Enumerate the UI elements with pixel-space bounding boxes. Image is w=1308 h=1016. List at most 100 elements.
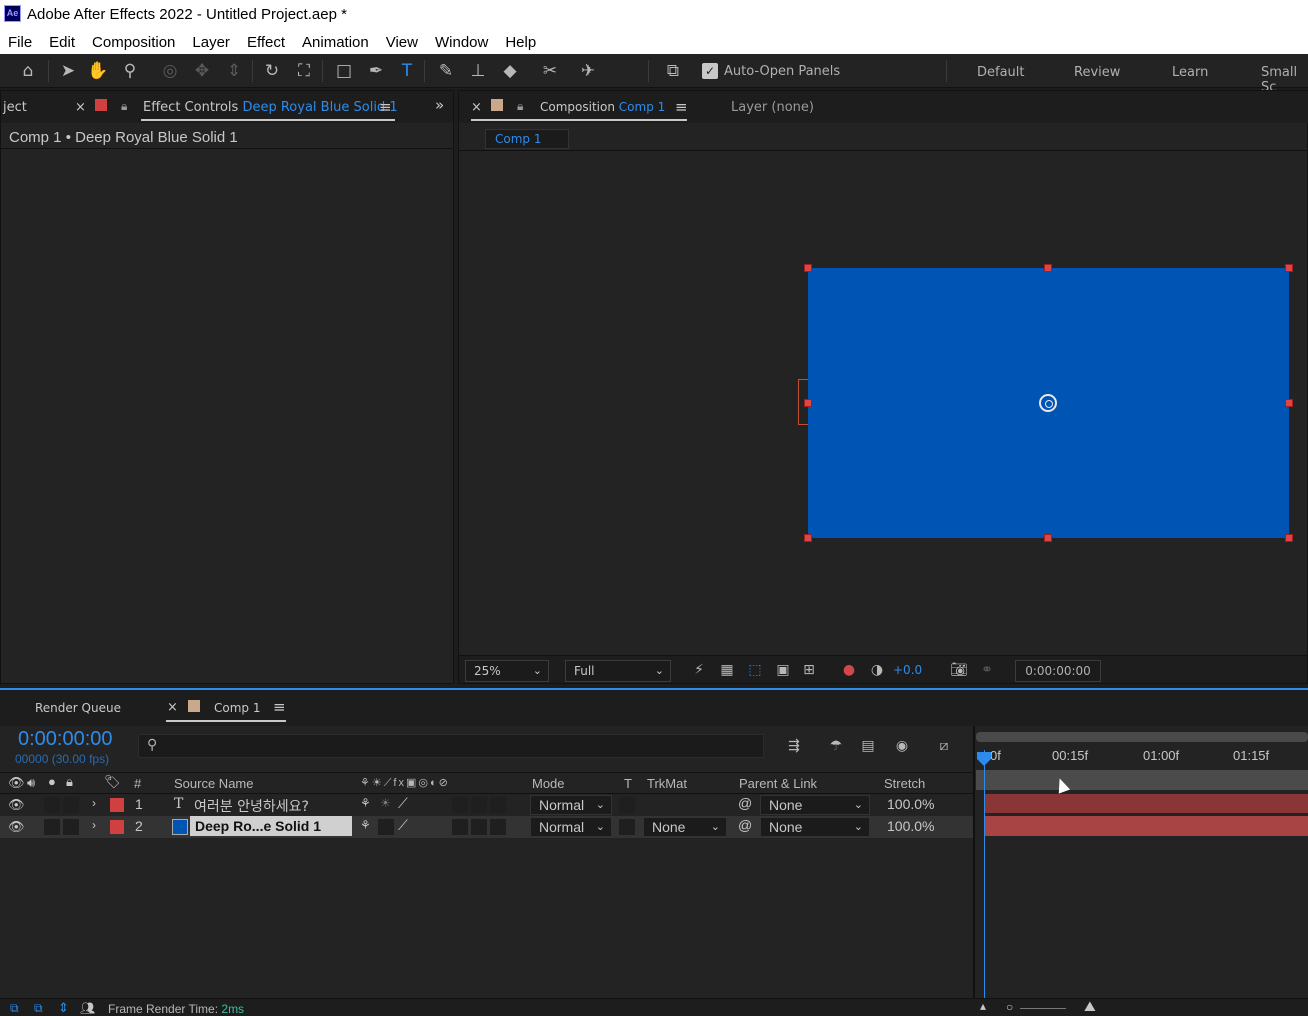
tab-render-queue[interactable]: Render Queue xyxy=(35,701,121,715)
menu-animation[interactable]: Animation xyxy=(302,34,369,51)
pen-tool-icon[interactable]: ✒ xyxy=(364,60,388,82)
fast-previews-icon[interactable]: ⚡ xyxy=(689,662,709,678)
preserve-transparency-switch[interactable] xyxy=(619,797,635,813)
snapshot-icon[interactable]: 📷︎ xyxy=(949,662,969,678)
zoom-slider-track[interactable] xyxy=(1020,1008,1066,1009)
menu-edit[interactable]: Edit xyxy=(49,34,75,51)
resolution-dropdown[interactable]: Full ⌄ xyxy=(565,660,671,682)
transform-handle[interactable] xyxy=(1285,534,1293,542)
eraser-tool-icon[interactable]: ◆ xyxy=(498,60,522,82)
trkmat-dropdown[interactable]: None ⌄ xyxy=(643,817,727,837)
comp-breadcrumb[interactable]: Comp 1 xyxy=(485,129,569,149)
auto-open-panels-toggle[interactable]: ✓ Auto-Open Panels xyxy=(702,63,840,79)
render-time-toggle-icon[interactable]: 👥︎ xyxy=(80,1001,95,1015)
draft-3d-icon[interactable]: ☂ xyxy=(826,738,846,754)
menu-effect[interactable]: Effect xyxy=(247,34,285,51)
layer-row-selected[interactable]: 👁︎ › 2 Deep Ro...e Solid 1 ⚘ ⟋ Normal ⌄ N… xyxy=(0,816,974,838)
label-tag-icon[interactable]: 🏷︎ xyxy=(104,774,121,790)
tab-project[interactable]: ject xyxy=(3,100,27,115)
column-mode[interactable]: Mode xyxy=(532,776,565,791)
transform-handle[interactable] xyxy=(804,534,812,542)
effect-switch[interactable] xyxy=(452,797,468,813)
transform-handle[interactable] xyxy=(1285,399,1293,407)
timeline-splitter[interactable] xyxy=(973,726,975,1002)
panel-overflow-icon[interactable]: » xyxy=(435,96,444,114)
transform-handle[interactable] xyxy=(1044,264,1052,272)
transform-handle[interactable] xyxy=(804,399,812,407)
type-tool-icon[interactable]: T xyxy=(395,60,419,82)
transparency-grid-icon[interactable]: ▦ xyxy=(717,662,737,678)
current-time-display[interactable]: 0:00:00:00 xyxy=(1015,660,1101,682)
visibility-eye-icon[interactable]: 👁︎ xyxy=(8,819,25,835)
column-number[interactable]: # xyxy=(134,776,141,791)
pick-whip-icon[interactable]: @ xyxy=(738,817,752,833)
quality-switch-icon[interactable]: ⟋ xyxy=(398,795,408,812)
zoom-in-icon[interactable]: ⛰ xyxy=(1084,998,1096,1015)
grid-guides-icon[interactable]: ⊞ xyxy=(799,662,819,678)
menu-view[interactable]: View xyxy=(386,34,418,51)
brush-tool-icon[interactable]: ✎ xyxy=(434,60,458,82)
motion-blur-icon[interactable]: ◉ xyxy=(892,738,912,754)
lock-icon[interactable]: 🔒︎ xyxy=(121,99,127,114)
video-visibility-icon[interactable]: 👁︎ xyxy=(8,775,25,791)
stretch-value[interactable]: 100.0% xyxy=(887,796,934,812)
roto-brush-tool-icon[interactable]: ✂ xyxy=(538,60,562,82)
close-tab-icon[interactable]: × xyxy=(167,700,178,715)
workspace-default[interactable]: Default xyxy=(977,65,1025,80)
column-preserve-transparency[interactable]: T xyxy=(624,776,632,791)
motion-blur-switch[interactable] xyxy=(490,797,506,813)
lock-icon[interactable]: 🔒︎ xyxy=(66,774,73,790)
pick-whip-icon[interactable]: @ xyxy=(738,795,752,811)
expand-chevron-icon[interactable]: › xyxy=(92,796,96,810)
zoom-tool-icon[interactable]: ⚲ xyxy=(118,60,142,82)
panel-menu-icon[interactable]: ≡ xyxy=(379,98,392,116)
shy-switch-icon[interactable]: ⚘ xyxy=(360,818,371,832)
composition-viewer[interactable] xyxy=(459,153,1307,655)
solo-icon[interactable]: ● xyxy=(48,774,56,789)
pan-behind-tool-icon[interactable]: ⛶ xyxy=(292,60,316,82)
frame-blending-icon[interactable]: ▤ xyxy=(858,738,878,754)
layer-row[interactable]: 👁︎ › 1 T 여러분 안녕하세요? ⚘ ☀ ⟋ Normal ⌄ @ None… xyxy=(0,794,974,816)
tab-comp-1[interactable]: Comp 1 xyxy=(214,701,260,715)
region-of-interest-icon[interactable]: ▣ xyxy=(773,662,793,678)
menu-help[interactable]: Help xyxy=(505,34,536,51)
visibility-eye-icon[interactable]: 👁︎ xyxy=(8,797,25,813)
layer-switches-toggle-icon[interactable]: ⧉ xyxy=(10,1001,19,1016)
column-source-name[interactable]: Source Name xyxy=(174,776,253,791)
stretch-value[interactable]: 100.0% xyxy=(887,818,934,834)
workspace-review[interactable]: Review xyxy=(1074,65,1120,80)
parent-dropdown[interactable]: None ⌄ xyxy=(760,817,870,837)
collapse-switch[interactable] xyxy=(378,819,394,835)
transform-handle[interactable] xyxy=(1044,534,1052,542)
menu-layer[interactable]: Layer xyxy=(192,34,230,51)
checkbox-checked-icon[interactable]: ✓ xyxy=(702,63,718,79)
solo-switch[interactable] xyxy=(63,797,79,813)
selection-tool-icon[interactable]: ➤ xyxy=(56,60,80,82)
panel-menu-icon[interactable]: ≡ xyxy=(273,698,286,716)
column-trkmat[interactable]: TrkMat xyxy=(647,776,687,791)
exposure-value[interactable]: +0.0 xyxy=(893,663,922,677)
preserve-transparency-switch[interactable] xyxy=(619,819,635,835)
zoom-out-icon[interactable]: ▴ xyxy=(980,999,986,1013)
layer-name[interactable]: 여러분 안녕하세요? xyxy=(194,796,309,816)
reset-exposure-icon[interactable]: ◑ xyxy=(867,662,887,678)
work-area-bar[interactable] xyxy=(976,732,1308,742)
collapse-switch-icon[interactable]: ☀ xyxy=(380,796,391,810)
home-icon[interactable]: ⌂ xyxy=(16,60,40,82)
layer-mode-dropdown[interactable]: Normal ⌄ xyxy=(530,817,612,837)
transfer-controls-toggle-icon[interactable]: ⧉ xyxy=(34,1001,43,1016)
in-out-toggle-icon[interactable]: ⇕ xyxy=(58,1000,69,1016)
puppet-pin-tool-icon[interactable]: ✈ xyxy=(576,60,600,82)
clone-stamp-tool-icon[interactable]: ⊥ xyxy=(466,60,490,82)
rotation-tool-icon[interactable]: ↻ xyxy=(260,60,284,82)
audio-icon[interactable]: 🔊︎ xyxy=(27,775,35,791)
tab-layer[interactable]: Layer (none) xyxy=(731,100,814,115)
close-tab-icon[interactable]: × xyxy=(75,100,86,115)
expand-chevron-icon[interactable]: › xyxy=(92,818,96,832)
zoom-slider-handle-icon[interactable]: ○ xyxy=(1006,1000,1013,1014)
transform-handle[interactable] xyxy=(1285,264,1293,272)
lock-icon[interactable]: 🔒︎ xyxy=(517,99,523,114)
show-snapshot-icon[interactable]: ⚭ xyxy=(977,662,997,678)
audio-switch[interactable] xyxy=(44,819,60,835)
effect-switch[interactable] xyxy=(452,819,468,835)
